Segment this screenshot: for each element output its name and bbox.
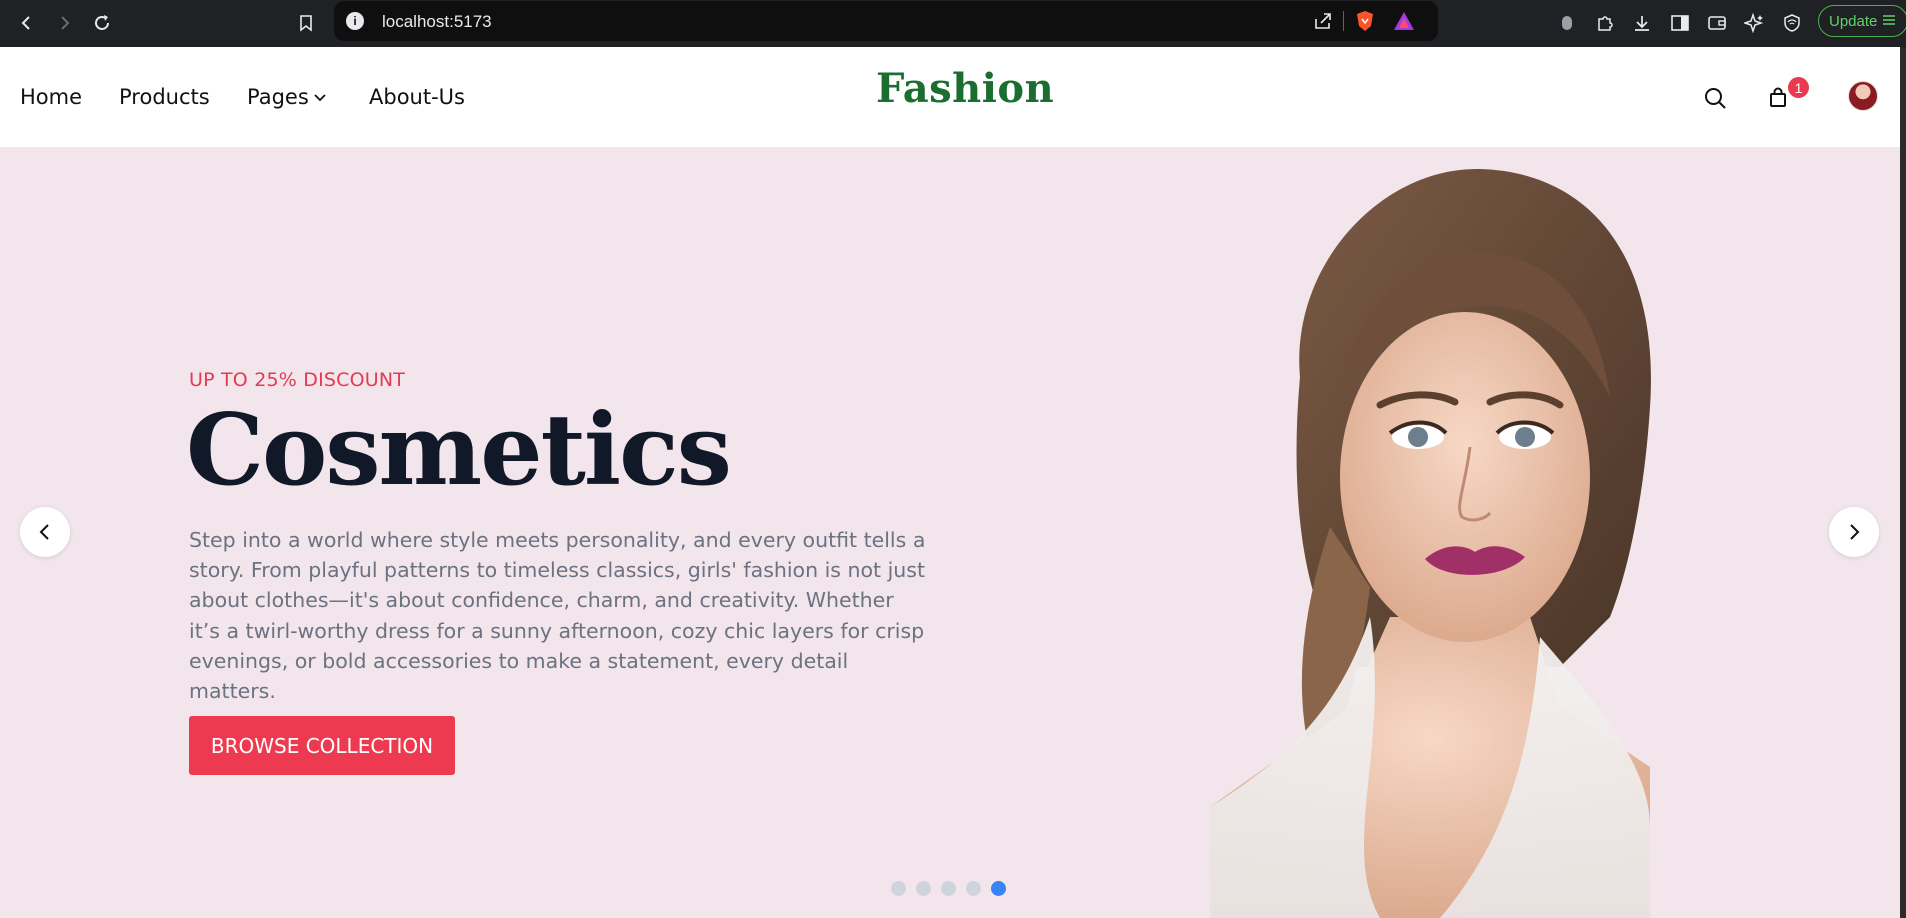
chevron-left-icon: [39, 524, 49, 540]
scrollbar[interactable]: [1900, 47, 1906, 918]
browser-toolbar: i localhost:5173 Update: [0, 0, 1906, 47]
download-icon[interactable]: [1629, 10, 1655, 36]
slide-indicators: [891, 881, 1006, 896]
nav-products[interactable]: Products: [119, 85, 210, 109]
hero-title: Cosmetics: [186, 393, 732, 508]
reload-button[interactable]: [87, 8, 117, 38]
leo-ai-icon[interactable]: [1741, 10, 1767, 36]
slide-dot[interactable]: [941, 881, 956, 896]
nav-products-label: Products: [119, 85, 210, 109]
forward-button[interactable]: [49, 8, 79, 38]
nav-home-label: Home: [20, 85, 83, 109]
nav-home[interactable]: Home: [20, 85, 82, 109]
nav-about-label: About-Us: [369, 85, 465, 109]
slide-dot-active[interactable]: [991, 881, 1006, 896]
site-info-icon[interactable]: i: [346, 12, 364, 30]
hero-description: Step into a world where style meets pers…: [189, 528, 926, 704]
chevron-down-icon: [314, 94, 326, 102]
search-icon: [1705, 88, 1726, 109]
vpn-shield-icon[interactable]: [1779, 10, 1805, 36]
model-photo: [1210, 168, 1651, 918]
browse-collection-button[interactable]: BROWSE COLLECTION: [189, 716, 455, 775]
address-bar[interactable]: i localhost:5173: [334, 1, 1438, 41]
nav-pages-label: Pages: [247, 85, 309, 109]
search-button[interactable]: [1700, 83, 1730, 113]
extensions-icon[interactable]: [1592, 10, 1618, 36]
nav-about-us[interactable]: About-Us: [369, 85, 465, 109]
slide-dot[interactable]: [916, 881, 931, 896]
url-text[interactable]: localhost:5173: [382, 12, 492, 32]
previous-slide-button[interactable]: [20, 507, 70, 557]
reload-icon: [95, 15, 109, 30]
chevron-right-icon: [1850, 524, 1860, 540]
next-slide-button[interactable]: [1829, 507, 1879, 557]
bookmark-button[interactable]: [291, 8, 321, 38]
hero-slider: UP TO 25% DISCOUNT Cosmetics Step into a…: [0, 147, 1900, 918]
brave-shield-icon[interactable]: [1354, 9, 1376, 38]
back-button[interactable]: [12, 8, 42, 38]
update-button[interactable]: Update: [1818, 5, 1906, 37]
slide-dot[interactable]: [891, 881, 906, 896]
brave-rewards-icon[interactable]: [1392, 10, 1416, 37]
discount-label: UP TO 25% DISCOUNT: [189, 369, 406, 391]
user-avatar[interactable]: [1848, 81, 1878, 111]
chevron-right-icon: [61, 16, 70, 30]
profile-dot-icon[interactable]: [1554, 10, 1580, 36]
divider: [1343, 11, 1344, 31]
slide-dot[interactable]: [966, 881, 981, 896]
shopping-bag-icon: [1770, 87, 1786, 107]
share-icon[interactable]: [1312, 11, 1334, 36]
site-header: Home Products Pages About-Us Fashion 1: [0, 47, 1900, 147]
bookmark-icon: [300, 15, 312, 32]
nav-pages[interactable]: Pages: [247, 85, 328, 109]
menu-icon: [1883, 13, 1896, 30]
site-logo[interactable]: Fashion: [876, 65, 1054, 112]
cart-count-badge: 1: [1788, 77, 1809, 98]
wallet-icon[interactable]: [1704, 10, 1730, 36]
chevron-left-icon: [21, 16, 30, 30]
sidebar-toggle-icon[interactable]: [1667, 10, 1693, 36]
update-label: Update: [1829, 12, 1878, 30]
